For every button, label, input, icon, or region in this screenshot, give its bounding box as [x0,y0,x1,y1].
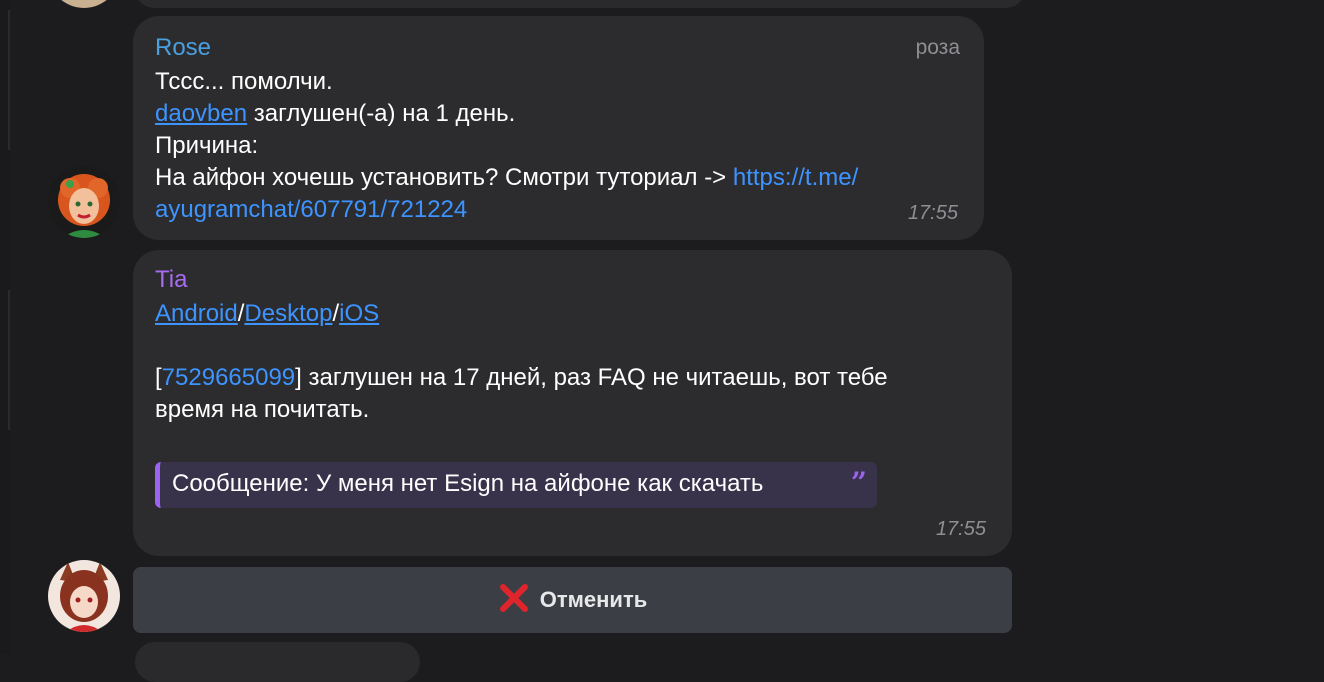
avatar-tia[interactable] [48,560,120,632]
user-mention-link[interactable]: daovben [155,100,247,127]
message-bubble-partial [135,0,1025,8]
ios-link[interactable]: iOS [339,300,379,327]
message-text: заглушен(-а) на 1 день. [247,100,516,127]
message-text-line: время на почитать. [155,396,370,423]
message-text: ] заглушен на 17 дней, раз FAQ не читаеш… [295,364,888,391]
platform-links-line: Android/Desktop/iOS [155,300,379,328]
panel-divider [8,290,10,430]
user-id-link[interactable]: 7529665099 [162,364,295,391]
bracket-open: [ [155,364,162,391]
message-timestamp: 17:55 [935,518,986,540]
quote-text: Сообщение: У меня нет Esign на айфоне ка… [172,470,764,497]
message-text-line: Тссс... помолчи. [155,68,333,95]
message-timestamp: 17:55 [907,202,958,224]
url-link[interactable]: https://t.me/ [733,164,858,191]
cross-mark-icon [498,582,530,619]
sender-name[interactable]: Rose [155,34,211,62]
quote-icon: ” [850,466,867,499]
message-text: На айфон хочешь установить? Смотри тутор… [155,164,733,191]
url-link[interactable]: ayugramchat/607791/721224 [155,196,467,224]
message-text-line: daovben заглушен(-а) на 1 день. [155,100,515,128]
message-text-line: На айфон хочешь установить? Смотри тутор… [155,164,858,192]
message-text-line: [7529665099] заглушен на 17 дней, раз FA… [155,364,888,392]
quote-block[interactable]: Сообщение: У меня нет Esign на айфоне ка… [155,462,877,508]
android-link[interactable]: Android [155,300,238,327]
desktop-link[interactable]: Desktop [244,300,332,327]
message-bubble-partial [135,642,420,682]
message-bubble-rose[interactable]: Rose роза Тссс... помолчи. daovben заглу… [133,16,984,240]
avatar-rose[interactable] [48,166,120,238]
message-bubble-tia[interactable]: Tia Android/Desktop/iOS [7529665099] заг… [133,250,1012,556]
panel-divider [8,10,10,150]
admin-tag: роза [915,36,960,59]
avatar[interactable] [48,0,120,8]
sender-name[interactable]: Tia [155,266,187,294]
message-text-line: Причина: [155,132,259,159]
cancel-button[interactable]: Отменить [133,567,1012,633]
cancel-button-label: Отменить [539,587,648,612]
